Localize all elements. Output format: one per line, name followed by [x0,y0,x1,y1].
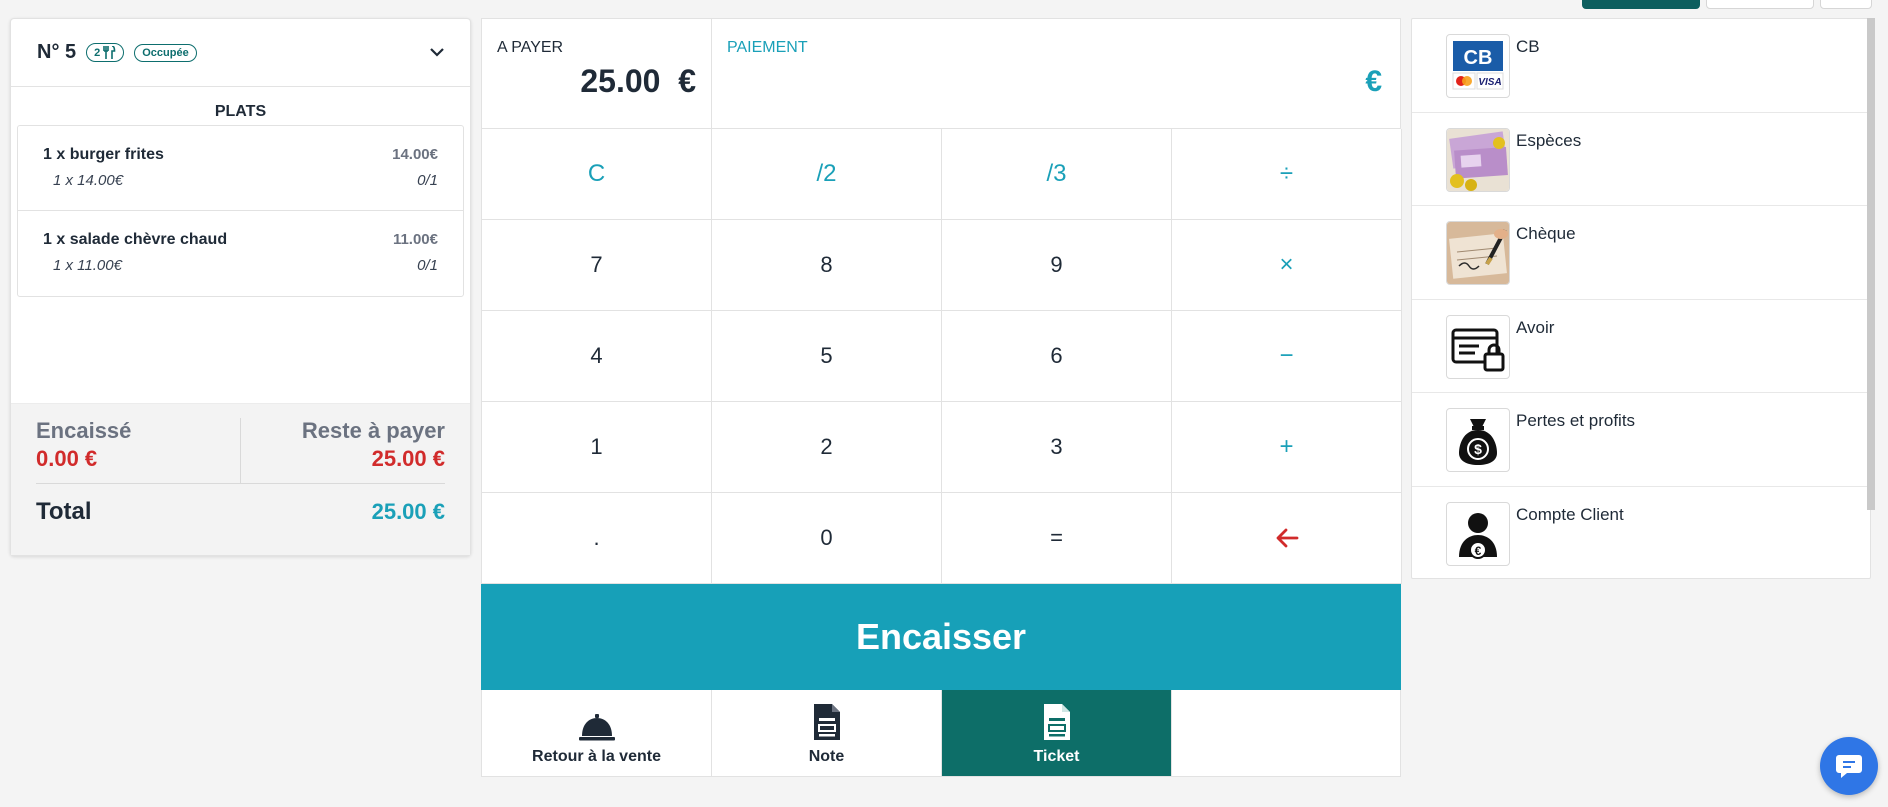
svg-text:VISA: VISA [1478,77,1501,88]
key-backspace[interactable] [1172,493,1402,584]
key-6[interactable]: 6 [942,311,1172,402]
method-label: Compte Client [1516,504,1624,524]
svg-text:€: € [1475,544,1482,558]
chat-bubble-icon [1836,755,1862,778]
receipt-icon [1043,704,1070,740]
order-item[interactable]: 1 x burger frites 14.00€ 1 x 14.00€ 0/1 [18,126,463,211]
remaining-value: 25.00 € [371,446,445,471]
service-bell-icon [578,714,615,741]
order-header[interactable]: N° 5 2 Occupée [11,19,470,87]
customer-account-icon: € [1446,501,1510,566]
methods-scrollbar[interactable] [1867,18,1875,510]
key-clear[interactable]: C [482,129,712,220]
collected-label: Encaissé [36,418,132,443]
svg-text:CB: CB [1464,47,1493,69]
money-bag-icon: $ [1446,408,1510,472]
method-pertes-profits[interactable]: $ Pertes et profits [1412,393,1870,487]
voucher-icon [1446,314,1510,379]
status-badge: Occupée [134,43,197,62]
key-3[interactable]: 3 [942,402,1172,493]
top-secondary-button[interactable] [1706,0,1814,9]
method-label: Chèque [1516,224,1576,243]
guests-badge: 2 [86,43,125,62]
key-divide-by-2[interactable]: /2 [712,129,942,220]
totals-section: Encaissé 0.00 € Reste à payer 25.00 € To… [11,403,470,555]
payment-methods-list: CB VISA CB Espèces Chèque Avoir $ Pertes… [1411,18,1871,579]
payment-label: PAIEMENT [727,39,808,56]
credit-card-icon: CB VISA [1446,34,1510,98]
remaining-label: Reste à payer [301,418,445,443]
table-number: N° 5 [37,41,77,63]
item-progress: 0/1 [417,172,438,189]
item-name: 1 x salade chèvre chaud [43,231,228,248]
action-bar: Retour à la vente Note Ticket [481,690,1401,777]
top-primary-button[interactable] [1582,0,1700,9]
section-title: PLATS [214,103,267,120]
order-items-list: 1 x burger frites 14.00€ 1 x 14.00€ 0/1 … [17,125,464,297]
method-especes[interactable]: Espèces [1412,113,1870,206]
payment-panel: A PAYER 25.00 € PAIEMENT € C /2 /3 ÷ 7 8… [481,18,1402,777]
cash-in-button[interactable]: Encaisser [481,584,1401,690]
key-2[interactable]: 2 [712,402,942,493]
cheque-icon [1446,221,1510,285]
item-price: 11.00€ [392,231,438,248]
item-price: 14.00€ [392,146,438,163]
cash-icon [1446,127,1510,192]
total-label: Total [36,498,92,525]
key-decimal[interactable]: . [482,493,712,584]
key-multiply[interactable]: × [1172,220,1402,311]
key-0[interactable]: 0 [712,493,942,584]
key-9[interactable]: 9 [942,220,1172,311]
amount-due-box: A PAYER 25.00 € [482,19,712,128]
empty-action-slot [1172,690,1402,776]
payment-display: A PAYER 25.00 € PAIEMENT € [481,18,1401,129]
back-to-sale-button[interactable]: Retour à la vente [482,690,712,776]
method-avoir[interactable]: Avoir [1412,300,1870,393]
document-icon [813,704,840,740]
svg-text:$: $ [1474,441,1482,457]
item-unit-price: 1 x 11.00€ [53,257,122,274]
back-to-sale-label: Retour à la vente [532,748,661,765]
total-value: 25.00 € [371,499,445,524]
collected-value: 0.00 € [36,446,98,471]
note-label: Note [808,748,845,765]
method-label: CB [1516,37,1540,56]
payment-input-box[interactable]: PAIEMENT € [712,19,1400,128]
item-name: 1 x burger frites [43,146,164,163]
order-item[interactable]: 1 x salade chèvre chaud 11.00€ 1 x 11.00… [18,211,463,296]
payment-currency: € [1365,65,1382,98]
keypad: C /2 /3 ÷ 7 8 9 × 4 5 6 − 1 2 3 + . 0 = [481,129,1402,584]
method-label: Espèces [1516,130,1582,150]
top-small-button[interactable] [1820,0,1872,9]
key-plus[interactable]: + [1172,402,1402,493]
item-unit-price: 1 x 14.00€ [53,172,124,189]
note-button[interactable]: Note [712,690,942,776]
order-panel: N° 5 2 Occupée PLATS 1 x burger frites 1… [10,18,471,556]
method-label: Avoir [1516,317,1555,337]
key-8[interactable]: 8 [712,220,942,311]
chevron-down-icon[interactable] [428,43,446,61]
item-progress: 0/1 [417,257,438,274]
key-equals[interactable]: = [942,493,1172,584]
key-divide[interactable]: ÷ [1172,129,1402,220]
key-4[interactable]: 4 [482,311,712,402]
cutlery-icon [103,46,116,59]
ticket-button[interactable]: Ticket [942,690,1172,776]
key-7[interactable]: 7 [482,220,712,311]
amount-due-label: A PAYER [497,39,564,56]
ticket-label: Ticket [1033,748,1080,765]
key-minus[interactable]: − [1172,311,1402,402]
guests-count: 2 [94,46,101,59]
method-label: Pertes et profits [1516,411,1636,430]
key-1[interactable]: 1 [482,402,712,493]
method-cheque[interactable]: Chèque [1412,206,1870,300]
chat-button[interactable] [1820,737,1878,795]
key-5[interactable]: 5 [712,311,942,402]
method-compte-client[interactable]: € Compte Client [1412,487,1870,581]
amount-due-value: 25.00 € [580,63,696,99]
method-cb[interactable]: CB VISA CB [1412,19,1870,113]
arrow-left-icon [1276,528,1298,548]
key-divide-by-3[interactable]: /3 [942,129,1172,220]
